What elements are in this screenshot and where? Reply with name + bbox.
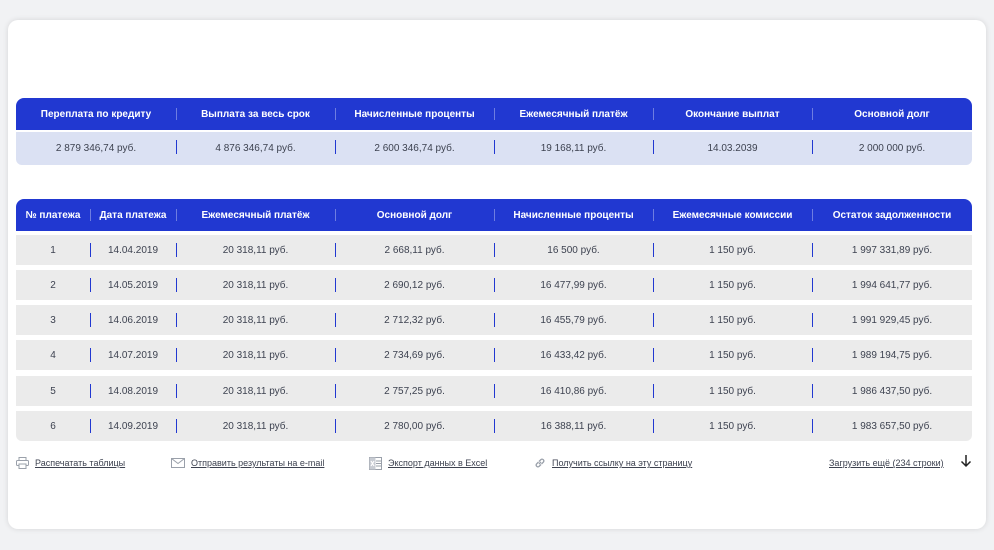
page-link-link[interactable]: Получить ссылку на эту страницу <box>534 454 692 472</box>
monthly-payment: 20 318,11 руб. <box>176 340 335 370</box>
table-row: 2 14.05.2019 20 318,11 руб. 2 690,12 руб… <box>16 270 972 300</box>
principal-part: 2 780,00 руб. <box>335 411 494 441</box>
table-actions: Распечатать таблицы Отправить результаты… <box>16 454 972 472</box>
table-row: 3 14.06.2019 20 318,11 руб. 2 712,32 руб… <box>16 305 972 335</box>
table-row: 5 14.08.2019 20 318,11 руб. 2 757,25 руб… <box>16 376 972 406</box>
commission: 1 150 руб. <box>653 305 812 335</box>
remaining-balance: 1 989 194,75 руб. <box>812 340 972 370</box>
print-tables-label: Распечатать таблицы <box>35 458 126 468</box>
payment-date: 14.06.2019 <box>90 305 176 335</box>
email-results-link[interactable]: Отправить результаты на e-mail <box>171 454 324 472</box>
principal-part: 2 712,32 руб. <box>335 305 494 335</box>
interest-part: 16 500 руб. <box>494 235 653 265</box>
page-link-label: Получить ссылку на эту страницу <box>552 458 693 468</box>
interest-part: 16 455,79 руб. <box>494 305 653 335</box>
summary-header-total-payment: Выплата за весь срок <box>176 98 335 130</box>
payment-number: 1 <box>50 244 56 256</box>
interest-part: 16 388,11 руб. <box>494 411 653 441</box>
summary-value-monthly: 19 168,11 руб. <box>494 132 653 165</box>
commission: 1 150 руб. <box>653 270 812 300</box>
remaining-balance: 1 994 641,77 руб. <box>812 270 972 300</box>
summary-value-end-date: 14.03.2039 <box>653 132 812 165</box>
summary-header-row: Переплата по кредиту Выплата за весь сро… <box>16 98 972 130</box>
table-row: 6 14.09.2019 20 318,11 руб. 2 780,00 руб… <box>16 411 972 441</box>
summary-value-total-payment: 4 876 346,74 руб. <box>176 132 335 165</box>
commission: 1 150 руб. <box>653 340 812 370</box>
summary-header-end-date: Окончание выплат <box>653 98 812 130</box>
excel-icon <box>369 456 382 470</box>
commission: 1 150 руб. <box>653 235 812 265</box>
payment-number: 5 <box>50 385 56 397</box>
principal-part: 2 757,25 руб. <box>335 376 494 406</box>
principal-part: 2 734,69 руб. <box>335 340 494 370</box>
table-row: 4 14.07.2019 20 318,11 руб. 2 734,69 руб… <box>16 340 972 370</box>
monthly-payment: 20 318,11 руб. <box>176 376 335 406</box>
payment-date: 14.09.2019 <box>90 411 176 441</box>
summary-value-overpayment: 2 879 346,74 руб. <box>55 143 137 154</box>
export-excel-link[interactable]: Экспорт данных в Excel <box>369 454 487 472</box>
schedule-header-number: № платежа <box>25 209 81 221</box>
monthly-payment: 20 318,11 руб. <box>176 270 335 300</box>
monthly-payment: 20 318,11 руб. <box>176 305 335 335</box>
payment-number: 6 <box>50 420 56 432</box>
payment-date: 14.05.2019 <box>90 270 176 300</box>
schedule-header-interest: Начисленные проценты <box>494 199 653 231</box>
schedule-header-principal: Основной долг <box>335 199 494 231</box>
payment-number: 3 <box>50 314 56 326</box>
summary-header-interest: Начисленные проценты <box>335 98 494 130</box>
arrow-down-icon[interactable] <box>960 454 972 471</box>
print-tables-link[interactable]: Распечатать таблицы <box>16 454 125 472</box>
remaining-balance: 1 986 437,50 руб. <box>812 376 972 406</box>
summary-values-row: 2 879 346,74 руб. 4 876 346,74 руб. 2 60… <box>16 132 972 165</box>
interest-part: 16 410,86 руб. <box>494 376 653 406</box>
payment-date: 14.04.2019 <box>90 235 176 265</box>
remaining-balance: 1 997 331,89 руб. <box>812 235 972 265</box>
schedule-header-commission: Ежемесячные комиссии <box>653 199 812 231</box>
load-more-label: Загрузить ещё (234 строки) <box>829 458 944 468</box>
table-row: 1 14.04.2019 20 318,11 руб. 2 668,11 руб… <box>16 235 972 265</box>
summary-value-interest: 2 600 346,74 руб. <box>335 132 494 165</box>
summary-value-principal: 2 000 000 руб. <box>812 132 972 165</box>
summary-header-principal: Основной долг <box>812 98 972 130</box>
monthly-payment: 20 318,11 руб. <box>176 411 335 441</box>
printer-icon <box>16 457 29 469</box>
interest-part: 16 433,42 руб. <box>494 340 653 370</box>
link-icon <box>534 457 546 469</box>
principal-part: 2 668,11 руб. <box>335 235 494 265</box>
remaining-balance: 1 983 657,50 руб. <box>812 411 972 441</box>
export-excel-label: Экспорт данных в Excel <box>388 458 488 468</box>
schedule-header-row: № платежа Дата платежа Ежемесячный платё… <box>16 199 972 231</box>
payment-date: 14.08.2019 <box>90 376 176 406</box>
commission: 1 150 руб. <box>653 411 812 441</box>
commission: 1 150 руб. <box>653 376 812 406</box>
remaining-balance: 1 991 929,45 руб. <box>812 305 972 335</box>
schedule-header-date: Дата платежа <box>90 199 176 231</box>
envelope-icon <box>171 458 185 468</box>
schedule-header-balance: Остаток задолженности <box>812 199 972 231</box>
email-results-label: Отправить результаты на e-mail <box>191 458 325 468</box>
summary-header-overpayment: Переплата по кредиту <box>40 108 152 120</box>
schedule-header-monthly: Ежемесячный платёж <box>176 199 335 231</box>
principal-part: 2 690,12 руб. <box>335 270 494 300</box>
load-more-link[interactable]: Загрузить ещё (234 строки) <box>829 454 944 472</box>
summary-header-monthly: Ежемесячный платёж <box>494 98 653 130</box>
payment-number: 4 <box>50 349 56 361</box>
payment-date: 14.07.2019 <box>90 340 176 370</box>
payment-number: 2 <box>50 279 56 291</box>
interest-part: 16 477,99 руб. <box>494 270 653 300</box>
monthly-payment: 20 318,11 руб. <box>176 235 335 265</box>
